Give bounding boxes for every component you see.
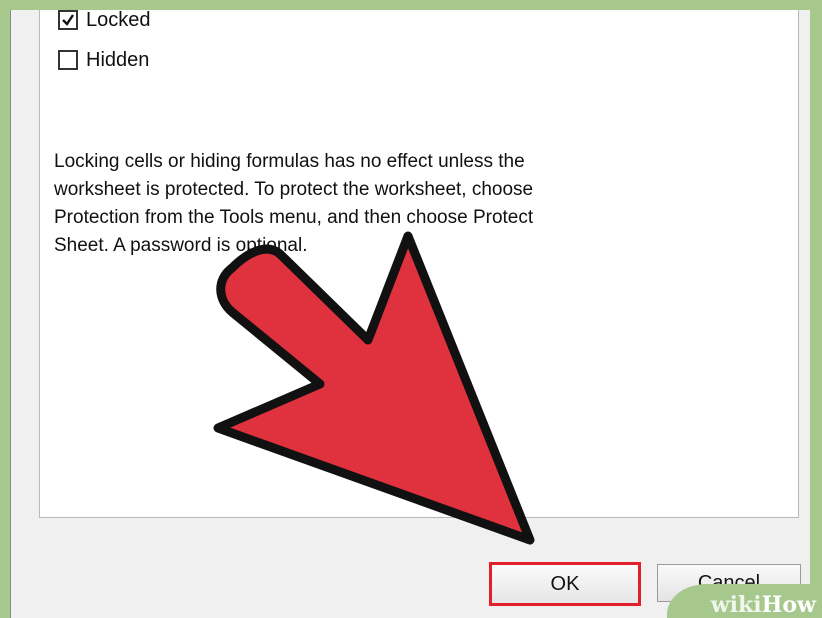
locked-option[interactable]: Locked: [58, 6, 151, 34]
hidden-option[interactable]: Hidden: [58, 46, 149, 74]
locked-label: Locked: [86, 8, 151, 31]
info-line: Protection from the Tools menu, and then…: [54, 207, 534, 228]
info-line: Sheet. A password is optional.: [54, 235, 308, 256]
info-line: worksheet is protected. To protect the w…: [54, 179, 534, 200]
info-line: Locking cells or hiding formulas has no …: [54, 151, 525, 172]
watermark-wiki: wiki: [710, 592, 762, 618]
watermark-how: How: [761, 592, 816, 618]
protection-tab-panel: Locked Hidden Locking cells or hiding fo…: [39, 9, 799, 518]
protection-info-text: Locking cells or hiding formulas has no …: [54, 148, 654, 260]
checkmark-icon: [62, 14, 74, 26]
hidden-checkbox[interactable]: [58, 50, 78, 70]
wikihow-watermark: wiki How: [667, 584, 822, 618]
hidden-label: Hidden: [86, 48, 150, 71]
locked-checkbox[interactable]: [58, 10, 78, 30]
ok-button[interactable]: OK: [489, 562, 641, 606]
format-cells-dialog: Locked Hidden Locking cells or hiding fo…: [10, 9, 810, 618]
